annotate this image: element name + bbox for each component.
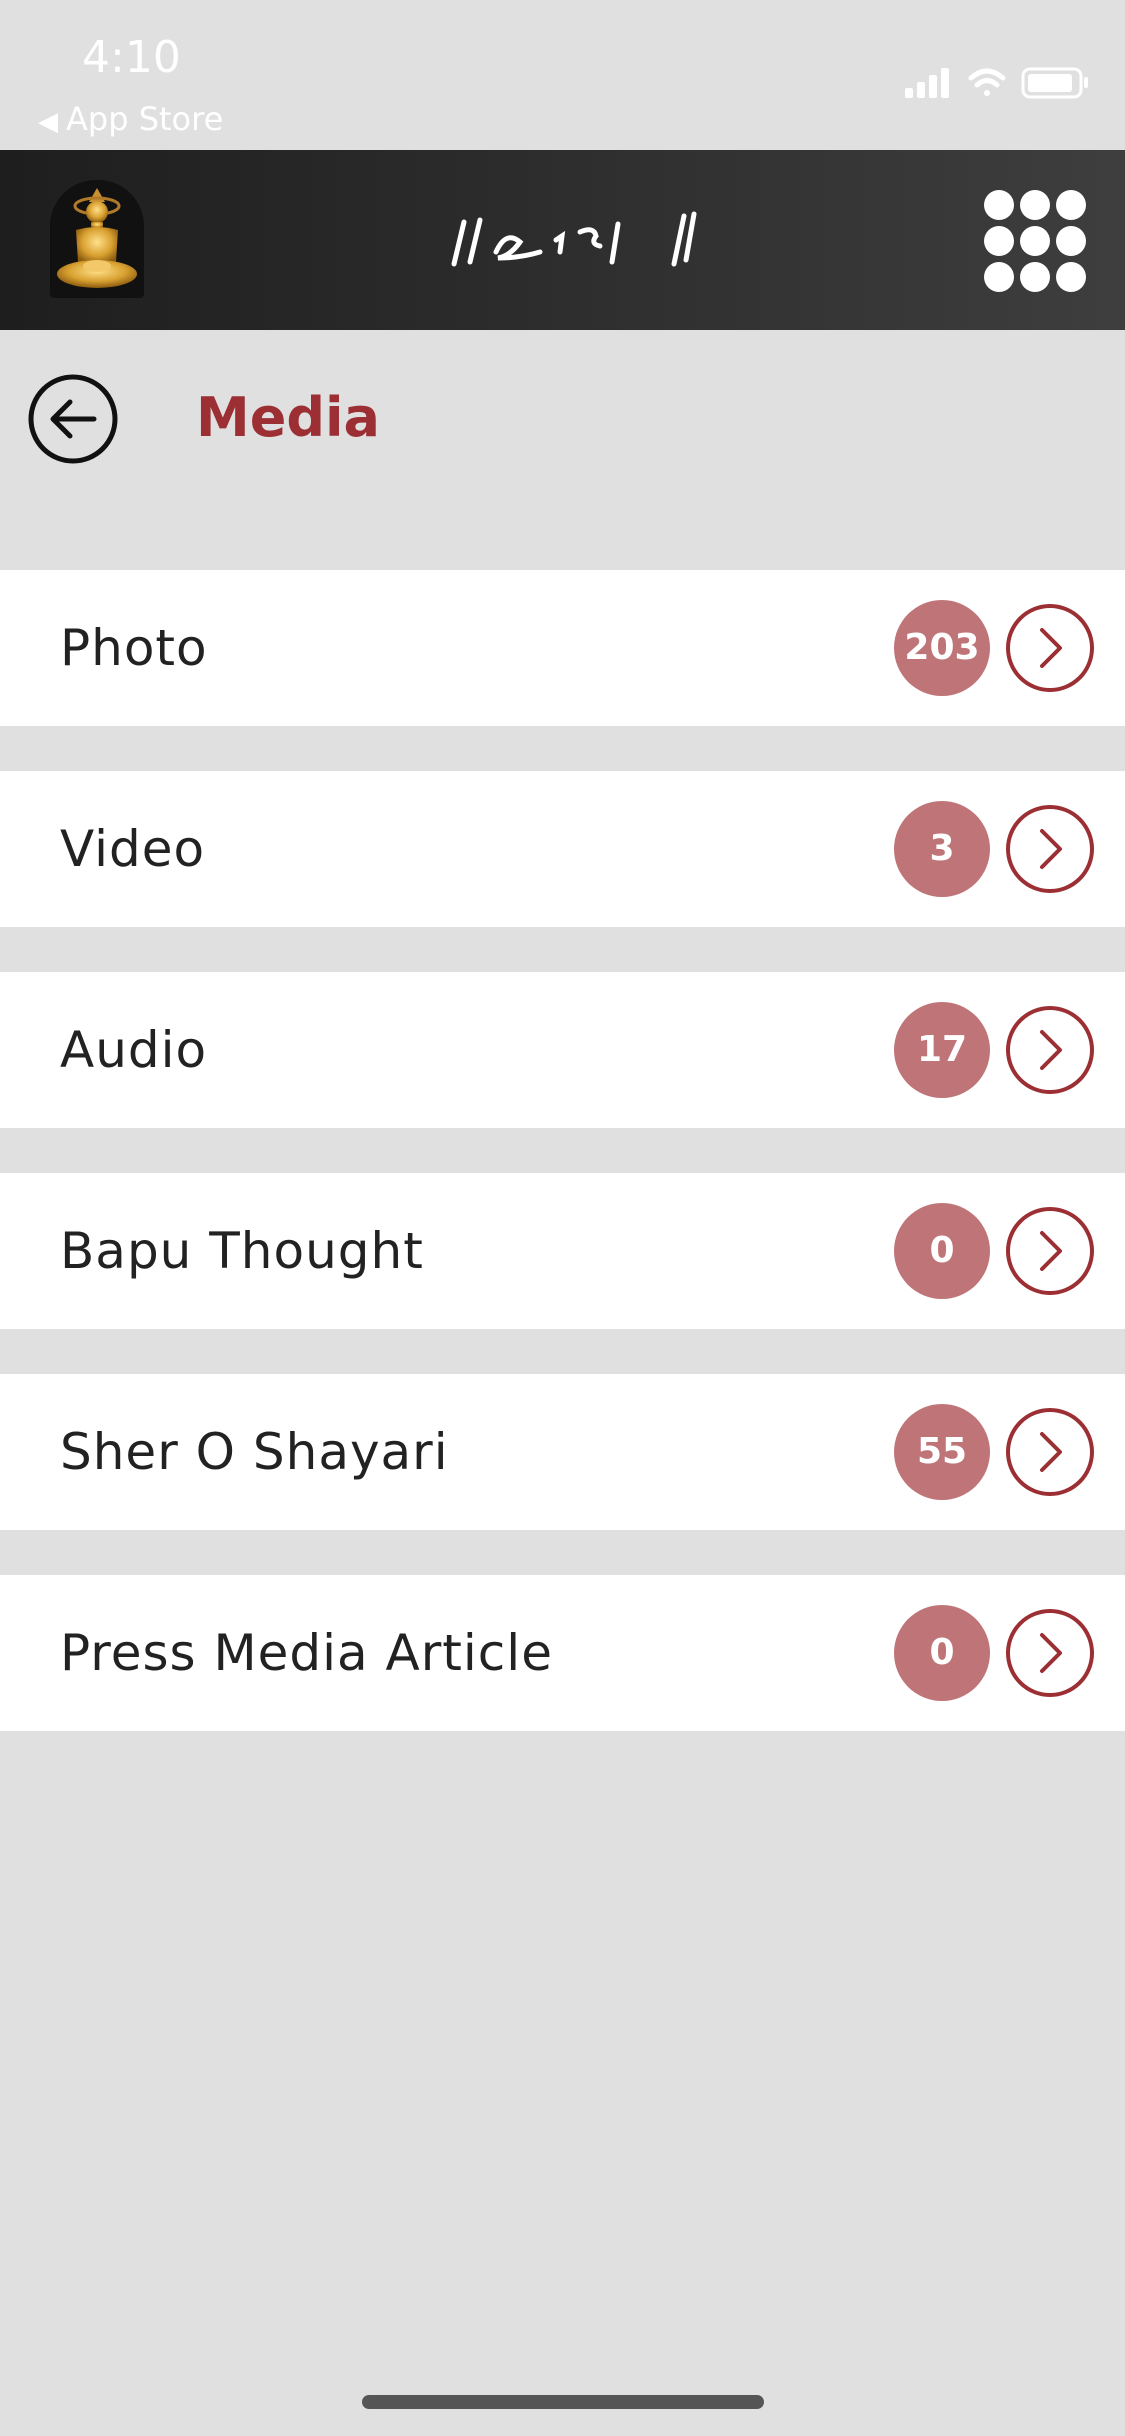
grid-dot (984, 226, 1014, 256)
wifi-icon (968, 68, 1006, 96)
media-item-photo[interactable]: Photo 203 (0, 570, 1125, 726)
media-item-press-media-article[interactable]: Press Media Article 0 (0, 1575, 1125, 1731)
count-badge: 55 (894, 1404, 990, 1500)
battery-icon (1021, 67, 1088, 99)
grid-dot (984, 190, 1014, 220)
media-item-bapu-thought[interactable]: Bapu Thought 0 (0, 1173, 1125, 1329)
media-item-label: Video (60, 820, 206, 878)
status-bar: 4:10 ◀ App Store (0, 0, 1125, 150)
back-arrow-icon (28, 374, 118, 464)
grid-dot (1020, 262, 1050, 292)
back-button[interactable] (28, 374, 118, 464)
count-badge: 0 (894, 1203, 990, 1299)
media-item-label: Press Media Article (60, 1624, 553, 1682)
back-to-app-link[interactable]: ◀ App Store (38, 100, 223, 138)
deity-logo-icon[interactable] (50, 180, 144, 298)
chevron-right-icon[interactable] (1004, 803, 1096, 895)
grid-dot (1056, 226, 1086, 256)
chevron-right-icon[interactable] (1004, 1205, 1096, 1297)
count-badge: 0 (894, 1605, 990, 1701)
cellular-signal-icon (905, 68, 949, 98)
grid-dot (1056, 262, 1086, 292)
grid-menu-icon[interactable] (984, 190, 1086, 292)
count-badge: 3 (894, 801, 990, 897)
media-item-sher-o-shayari[interactable]: Sher O Shayari 55 (0, 1374, 1125, 1530)
media-item-video[interactable]: Video 3 (0, 771, 1125, 927)
media-item-audio[interactable]: Audio 17 (0, 972, 1125, 1128)
system-icons (905, 62, 1095, 106)
home-indicator[interactable] (362, 2395, 764, 2409)
media-item-label: Photo (60, 619, 208, 677)
signature-logo (440, 200, 700, 284)
chevron-right-icon[interactable] (1004, 1607, 1096, 1699)
media-list: Photo 203 Video 3 Audio 17 Bapu Thought … (0, 570, 1125, 1776)
grid-dot (1020, 190, 1050, 220)
grid-dot (984, 262, 1014, 292)
page-title: Media (196, 386, 380, 449)
chevron-right-icon[interactable] (1004, 602, 1096, 694)
count-badge: 17 (894, 1002, 990, 1098)
back-triangle-icon: ◀ (38, 107, 58, 137)
chevron-right-icon[interactable] (1004, 1406, 1096, 1498)
grid-dot (1056, 190, 1086, 220)
count-badge: 203 (894, 600, 990, 696)
media-item-label: Sher O Shayari (60, 1423, 449, 1481)
status-time: 4:10 (82, 32, 181, 83)
back-to-app-label: App Store (66, 100, 224, 138)
media-item-label: Audio (60, 1021, 208, 1079)
media-item-label: Bapu Thought (60, 1222, 424, 1280)
chevron-right-icon[interactable] (1004, 1004, 1096, 1096)
grid-dot (1020, 226, 1050, 256)
